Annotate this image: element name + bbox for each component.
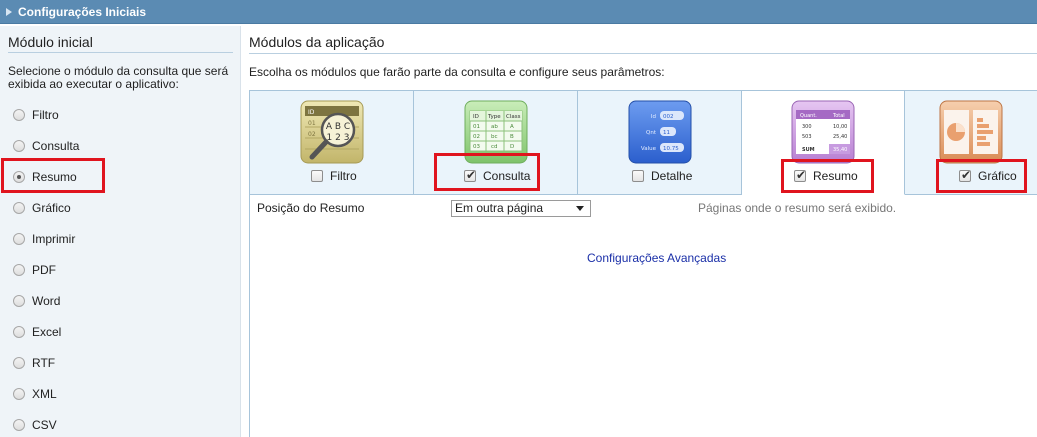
icon-text: Total	[832, 113, 845, 119]
radio-button[interactable]	[13, 109, 25, 121]
highlight-resumo-checkbox	[781, 159, 874, 193]
module-tabs: ID 01 02 A B C 1 2 3 Filtro ID Type Clas…	[249, 90, 1037, 195]
icon-text: Quant.	[800, 113, 817, 119]
filter-abc-icon: ID 01 02 A B C 1 2 3	[300, 100, 363, 164]
icon-text: Id	[650, 114, 655, 120]
icon-text: A B C	[325, 122, 349, 132]
tab-detalhe[interactable]: Id 002 Qnt 11 Value 10.75 Detalhe	[578, 91, 742, 195]
module-checkbox-filtro[interactable]: Filtro	[311, 169, 357, 183]
icon-text: B	[510, 134, 514, 140]
icon-text: 002	[663, 114, 674, 120]
section-titlebar[interactable]: Configurações Iniciais	[0, 0, 1037, 24]
icon-text: ID	[473, 114, 479, 120]
icon-text: A	[510, 124, 514, 130]
radio-button[interactable]	[13, 264, 25, 276]
radio-option-xml[interactable]: XML	[13, 384, 57, 404]
icon-text: 503	[802, 134, 812, 140]
icon-text: 10.75	[663, 146, 679, 152]
icon-text: 03	[473, 144, 480, 150]
icon-text: 1 2 3	[326, 133, 349, 143]
icon-text: 02	[473, 134, 480, 140]
radio-button[interactable]	[13, 233, 25, 245]
icon-text: 25,40	[833, 134, 847, 140]
initial-module-description: Selecione o módulo da consulta que será …	[8, 64, 229, 91]
highlight-consulta-checkbox	[434, 153, 540, 191]
highlight-resumo-radio	[1, 158, 105, 193]
app-modules-panel: Módulos da aplicação Escolha os módulos …	[249, 26, 1037, 437]
icon-text: D	[510, 144, 514, 150]
icon-text: 01	[473, 124, 480, 130]
app-modules-description: Escolha os módulos que farão parte da co…	[249, 65, 665, 79]
radio-button[interactable]	[13, 202, 25, 214]
radio-option-excel[interactable]: Excel	[13, 322, 61, 342]
icon-text: 35,40	[833, 147, 847, 153]
icon-text: 02	[308, 131, 316, 138]
radio-button[interactable]	[13, 140, 25, 152]
chart-icon	[939, 100, 1003, 164]
radio-option-rtf[interactable]: RTF	[13, 353, 55, 373]
icon-text: 11	[663, 130, 670, 136]
radio-option-imprimir[interactable]: Imprimir	[13, 229, 75, 249]
icon-text: Qnt	[646, 130, 657, 136]
app-modules-heading: Módulos da aplicação	[249, 34, 1037, 54]
checkbox[interactable]	[632, 170, 644, 182]
icon-text: ID	[308, 109, 315, 116]
module-settings-panel: Posição do Resumo Em outra página Página…	[249, 195, 1037, 437]
detail-form-icon: Id 002 Qnt 11 Value 10.75	[628, 100, 691, 164]
radio-button[interactable]	[13, 419, 25, 431]
radio-option-consulta[interactable]: Consulta	[13, 136, 79, 156]
icon-text: cd	[491, 144, 498, 150]
radio-button[interactable]	[13, 295, 25, 307]
icon-text: Class	[506, 114, 521, 120]
radio-option-pdf[interactable]: PDF	[13, 260, 56, 280]
radio-button[interactable]	[13, 357, 25, 369]
icon-text: Value	[640, 146, 656, 152]
radio-option-grafico[interactable]: Gráfico	[13, 198, 71, 218]
icon-text: Type	[487, 114, 501, 120]
section-title: Configurações Iniciais	[18, 5, 147, 19]
dropdown-arrow-icon	[576, 206, 584, 211]
radio-option-filtro[interactable]: Filtro	[13, 105, 59, 125]
icon-text: ab	[491, 124, 498, 130]
icon-text: SUM	[802, 147, 815, 153]
icon-text: 01	[308, 120, 316, 127]
summary-position-value: Em outra página	[455, 201, 544, 215]
expand-arrow-icon	[6, 8, 12, 16]
radio-button[interactable]	[13, 388, 25, 400]
radio-button[interactable]	[13, 326, 25, 338]
tab-filtro[interactable]: ID 01 02 A B C 1 2 3 Filtro	[250, 91, 414, 195]
highlight-grafico-checkbox	[936, 159, 1027, 193]
icon-text: 300	[802, 124, 812, 130]
advanced-settings-link[interactable]: Configurações Avançadas	[587, 251, 726, 265]
icon-text: bc	[491, 134, 498, 140]
radio-option-csv[interactable]: CSV	[13, 415, 57, 435]
initial-module-heading: Módulo inicial	[8, 34, 233, 53]
module-checkbox-detalhe[interactable]: Detalhe	[632, 169, 692, 183]
summary-table-icon: Quant. Total 300 10,00 503 25,40 SUM 35,…	[791, 100, 855, 164]
radio-option-word[interactable]: Word	[13, 291, 60, 311]
initial-module-panel: Módulo inicial Selecione o módulo da con…	[0, 26, 241, 437]
icon-text: 10,00	[833, 124, 847, 130]
summary-position-label: Posição do Resumo	[257, 201, 365, 215]
checkbox[interactable]	[311, 170, 323, 182]
summary-position-hint: Páginas onde o resumo será exibido.	[698, 201, 897, 215]
summary-position-select[interactable]: Em outra página	[451, 200, 591, 217]
